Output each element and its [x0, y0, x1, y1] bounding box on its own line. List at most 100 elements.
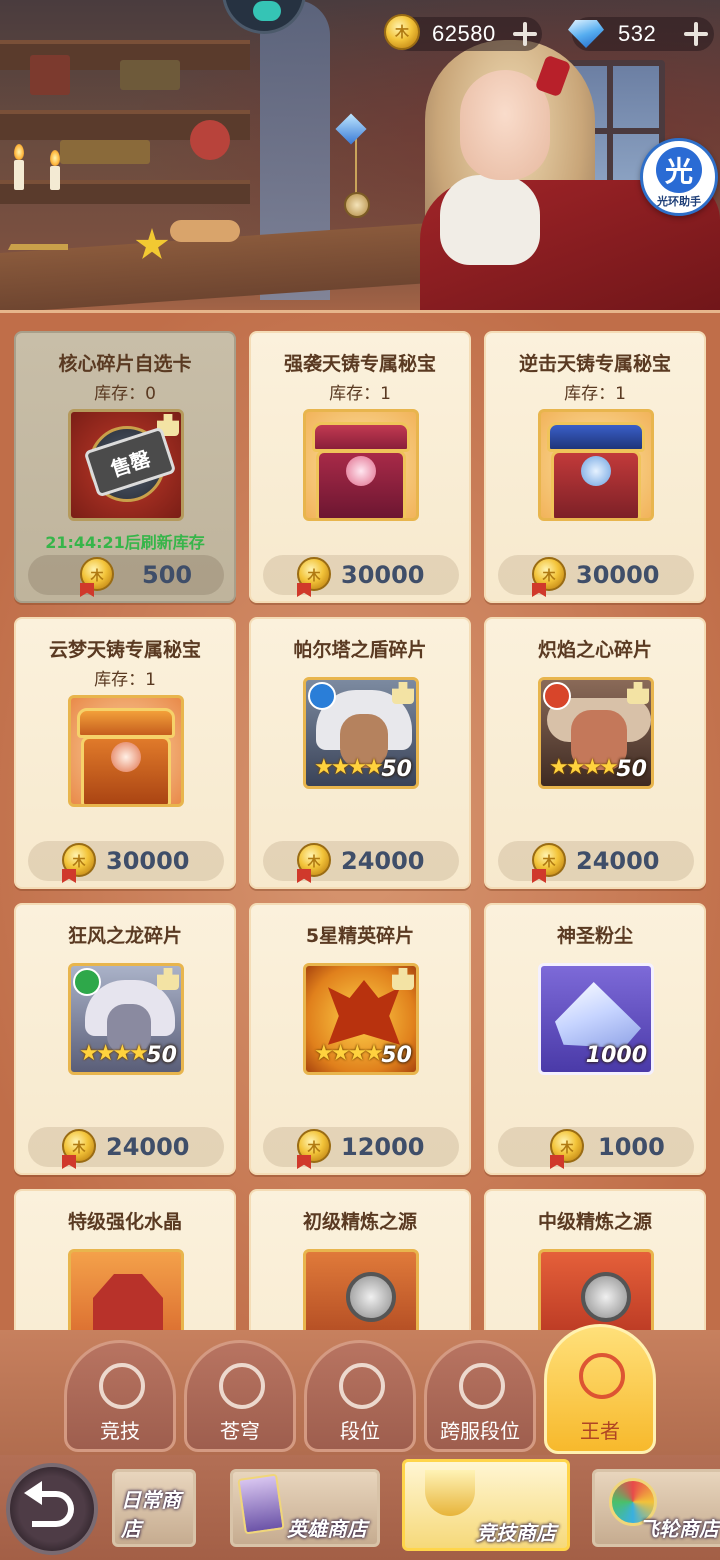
shop-item-panel[interactable]: 核心碎片自选卡 库存：0 售罄 21:44:21后刷新库存 木 500 强袭天铸…: [0, 310, 720, 1340]
shop-item-card[interactable]: 强袭天铸专属秘宝 库存：1 木 30000: [249, 331, 471, 603]
chest-emblem-icon: [346, 456, 376, 486]
item-price: 12000: [341, 1133, 425, 1161]
item-count: 50: [146, 1043, 177, 1068]
price-bar[interactable]: 木 24000: [263, 841, 459, 883]
tier-tab-arena[interactable]: 竞技: [64, 1340, 176, 1452]
item-price: 500: [142, 561, 193, 589]
item-image: [303, 1249, 419, 1340]
price-bar[interactable]: 木 30000: [263, 555, 459, 597]
shop-item-card[interactable]: 5星精英碎片 ★★★★ 50 木 12000: [249, 903, 471, 1175]
item-stock: 库存：1: [564, 384, 626, 404]
shelf-box: [30, 55, 70, 95]
assistant-caption: 光环助手: [657, 195, 701, 208]
king-trophy-icon: [579, 1353, 625, 1399]
coin-ribbon-icon: [532, 869, 546, 883]
item-price: 24000: [576, 847, 660, 875]
cross-server-rank-icon: [459, 1363, 505, 1409]
item-stock: 库存：1: [329, 384, 391, 404]
fire-element-icon: [543, 682, 571, 710]
store-tab-arena[interactable]: 竞技商店: [402, 1459, 570, 1551]
tier-tab-rank[interactable]: 段位: [304, 1340, 416, 1452]
shop-item-card[interactable]: 云梦天铸专属秘宝 库存：1 木 30000: [14, 617, 236, 889]
crossed-swords-icon: [99, 1363, 145, 1409]
store-tab-label: 日常商店: [121, 1488, 181, 1541]
tier-tab-label: 段位: [340, 1419, 380, 1443]
item-stock: 库存：1: [94, 670, 156, 690]
price-bar[interactable]: 木 24000: [498, 841, 694, 883]
item-price: 30000: [106, 847, 190, 875]
restock-timer: 21:44:21后刷新库存: [45, 533, 205, 552]
treasure-chest-icon: [312, 422, 410, 452]
store-tab-flywheel[interactable]: 飞轮商店: [592, 1469, 720, 1547]
store-switch-bar: 日常商店 英雄商店 竞技商店 飞轮商店: [0, 1455, 720, 1560]
add-diamond-button[interactable]: [684, 22, 708, 46]
gold-amount: 62580: [432, 21, 496, 46]
shelf-fruit: [190, 120, 230, 160]
hero-portrait: ★★★★ 50: [68, 963, 184, 1075]
shop-item-card[interactable]: 特级强化水晶: [14, 1189, 236, 1340]
sold-out-stamp: 售罄: [83, 426, 177, 498]
item-name: 炽焰之心碎片: [537, 639, 652, 661]
wind-element-icon: [73, 968, 101, 996]
tier-tab-sky[interactable]: 苍穹: [184, 1340, 296, 1452]
candle-flame: [50, 150, 60, 166]
price-bar[interactable]: 木 12000: [263, 1127, 459, 1169]
candle-flame: [14, 144, 24, 160]
tier-tab-king[interactable]: 王者: [544, 1324, 656, 1454]
shop-tier-tabs: 竞技 苍穹 段位 跨服段位 王者: [0, 1324, 720, 1460]
shop-header-scene: 62580 木 532 光 光环助手: [0, 0, 720, 330]
store-tab-daily[interactable]: 日常商店: [112, 1469, 196, 1547]
shop-item-card[interactable]: 炽焰之心碎片 ★★★★ 50 木 24000: [484, 617, 706, 889]
tier-tab-label: 跨服段位: [440, 1419, 520, 1443]
star-rating: ★★★★: [549, 755, 619, 780]
store-tab-label: 竞技商店: [476, 1521, 556, 1545]
shop-item-card[interactable]: 帕尔塔之盾碎片 ★★★★ 50 木 24000: [249, 617, 471, 889]
star-rating: ★★★★: [79, 1041, 149, 1066]
fragment-badge-icon: [627, 682, 649, 704]
mascot-icon: [253, 1, 281, 21]
dust-crystal-icon: [555, 982, 641, 1048]
coin-ribbon-icon: [550, 1155, 564, 1169]
candle: [50, 166, 60, 190]
price-bar[interactable]: 木 1000: [498, 1127, 694, 1169]
price-bar[interactable]: 木 30000: [28, 841, 224, 883]
fragment-badge-icon: [157, 968, 179, 990]
item-image: [68, 695, 184, 807]
item-name: 核心碎片自选卡: [58, 353, 192, 375]
item-name: 狂风之龙碎片: [67, 925, 182, 947]
shop-item-grid: 核心碎片自选卡 库存：0 售罄 21:44:21后刷新库存 木 500 强袭天铸…: [14, 331, 706, 1340]
item-name: 5星精英碎片: [305, 925, 415, 947]
shop-item-card[interactable]: 狂风之龙碎片 ★★★★ 50 木 24000: [14, 903, 236, 1175]
item-name: 特级强化水晶: [67, 1211, 182, 1233]
coin-ribbon-icon: [532, 583, 546, 597]
shop-item-card[interactable]: 核心碎片自选卡 库存：0 售罄 21:44:21后刷新库存 木 500: [14, 331, 236, 603]
assistant-float-button[interactable]: 光 光环助手: [640, 138, 718, 216]
assistant-glyph: 光: [656, 147, 702, 193]
shop-item-card[interactable]: 中级精炼之源: [484, 1189, 706, 1340]
price-bar[interactable]: 木 24000: [28, 1127, 224, 1169]
shop-item-card[interactable]: 逆击天铸专属秘宝 库存：1 木 30000: [484, 331, 706, 603]
coin-ribbon-icon: [297, 1155, 311, 1169]
back-button[interactable]: [6, 1463, 98, 1555]
shop-item-card[interactable]: 神圣粉尘 1000 木 1000: [484, 903, 706, 1175]
item-price: 24000: [106, 1133, 190, 1161]
item-image: [68, 1249, 184, 1340]
price-bar[interactable]: 木 30000: [498, 555, 694, 597]
item-count: 50: [381, 757, 412, 782]
price-bar[interactable]: 木 500: [28, 555, 224, 597]
add-gold-button[interactable]: [513, 22, 537, 46]
item-name: 帕尔塔之盾碎片: [293, 639, 427, 661]
treasure-chest-icon: [547, 422, 645, 452]
shop-item-card[interactable]: 初级精炼之源: [249, 1189, 471, 1340]
tier-tab-label: 王者: [580, 1419, 620, 1443]
tier-tab-cross-server-rank[interactable]: 跨服段位: [424, 1340, 536, 1452]
blue-gem: [335, 113, 367, 145]
candle: [14, 160, 24, 190]
fragment-badge-icon: [392, 682, 414, 704]
store-tab-hero[interactable]: 英雄商店: [230, 1469, 380, 1547]
item-image: [538, 409, 654, 521]
refine-source-icon: [346, 1272, 396, 1322]
chest-emblem-icon: [581, 456, 611, 486]
refine-source-icon: [581, 1272, 631, 1322]
water-element-icon: [308, 682, 336, 710]
